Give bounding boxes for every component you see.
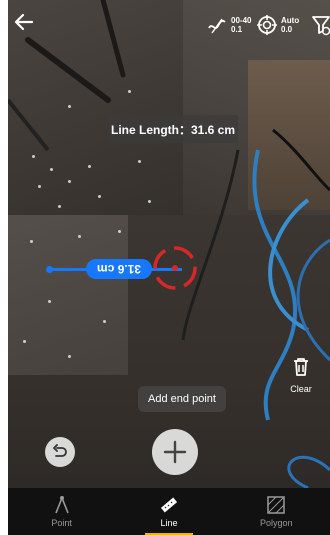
start-point-marker <box>46 266 53 273</box>
carpet-dot <box>88 165 91 168</box>
carpet-dot <box>32 155 35 158</box>
tab-line-label: Line <box>160 518 178 528</box>
carpet-dot <box>98 195 101 198</box>
point-tool-icon <box>54 495 69 514</box>
top-bar: 00-40 0.1 Auto 0.0 <box>8 0 330 52</box>
clear-label: Clear <box>290 384 312 394</box>
tab-point[interactable]: Point <box>8 488 115 535</box>
measurement-label: 31.6 cm <box>86 259 152 279</box>
carpet-dot <box>118 230 121 233</box>
carpet-dot <box>68 355 71 358</box>
tab-polygon-label: Polygon <box>260 518 293 528</box>
undo-arrow-icon <box>53 444 67 457</box>
carpet-dot <box>50 168 53 171</box>
carpet-dot <box>38 185 41 188</box>
back-arrow-icon[interactable] <box>12 10 36 34</box>
carpet-dot <box>103 320 106 323</box>
add-end-point-hint: Add end point <box>138 386 226 412</box>
carpet-dot <box>68 105 71 108</box>
auto-mode-label: Auto <box>281 16 300 25</box>
plus-icon <box>163 440 187 464</box>
tab-point-label: Point <box>51 518 72 528</box>
auto-mode-value: 0.0 <box>281 25 293 34</box>
carpet-dot <box>23 340 26 343</box>
carpet-dot <box>148 200 151 203</box>
sensor-wave-icon <box>208 18 226 34</box>
settings-filter-icon[interactable] <box>311 14 330 36</box>
carpet-dot <box>138 160 141 163</box>
carpet-dot <box>58 205 61 208</box>
target-reticle-icon <box>153 246 197 290</box>
clear-button[interactable]: Clear <box>286 357 316 397</box>
line-ruler-icon <box>160 497 178 513</box>
precision-range: 00-40 <box>231 16 252 25</box>
line-length-readout: Line Length：31.6 cm <box>108 115 238 143</box>
target-crosshair-icon <box>257 15 277 35</box>
auto-mode-indicator[interactable]: Auto 0.0 <box>256 14 299 36</box>
carpet-dot <box>78 235 81 238</box>
undo-button[interactable] <box>45 437 75 467</box>
polygon-tool-icon <box>267 496 286 514</box>
carpet-dot <box>30 240 33 243</box>
carpet-dot <box>128 90 131 93</box>
measure-app-screen: 00-40 0.1 Auto 0.0 Line Length：31.6 cm 3… <box>8 0 330 535</box>
carpet-dot <box>48 300 51 303</box>
trash-icon <box>294 358 308 376</box>
add-point-button[interactable] <box>152 429 198 475</box>
bottom-navigation: Point Line Polygon <box>8 488 330 535</box>
tab-polygon[interactable]: Polygon <box>223 488 330 535</box>
tab-line[interactable]: Line <box>115 488 222 535</box>
precision-indicator[interactable]: 00-40 0.1 <box>206 14 251 36</box>
carpet-dot <box>68 180 71 183</box>
precision-value: 0.1 <box>231 25 243 34</box>
